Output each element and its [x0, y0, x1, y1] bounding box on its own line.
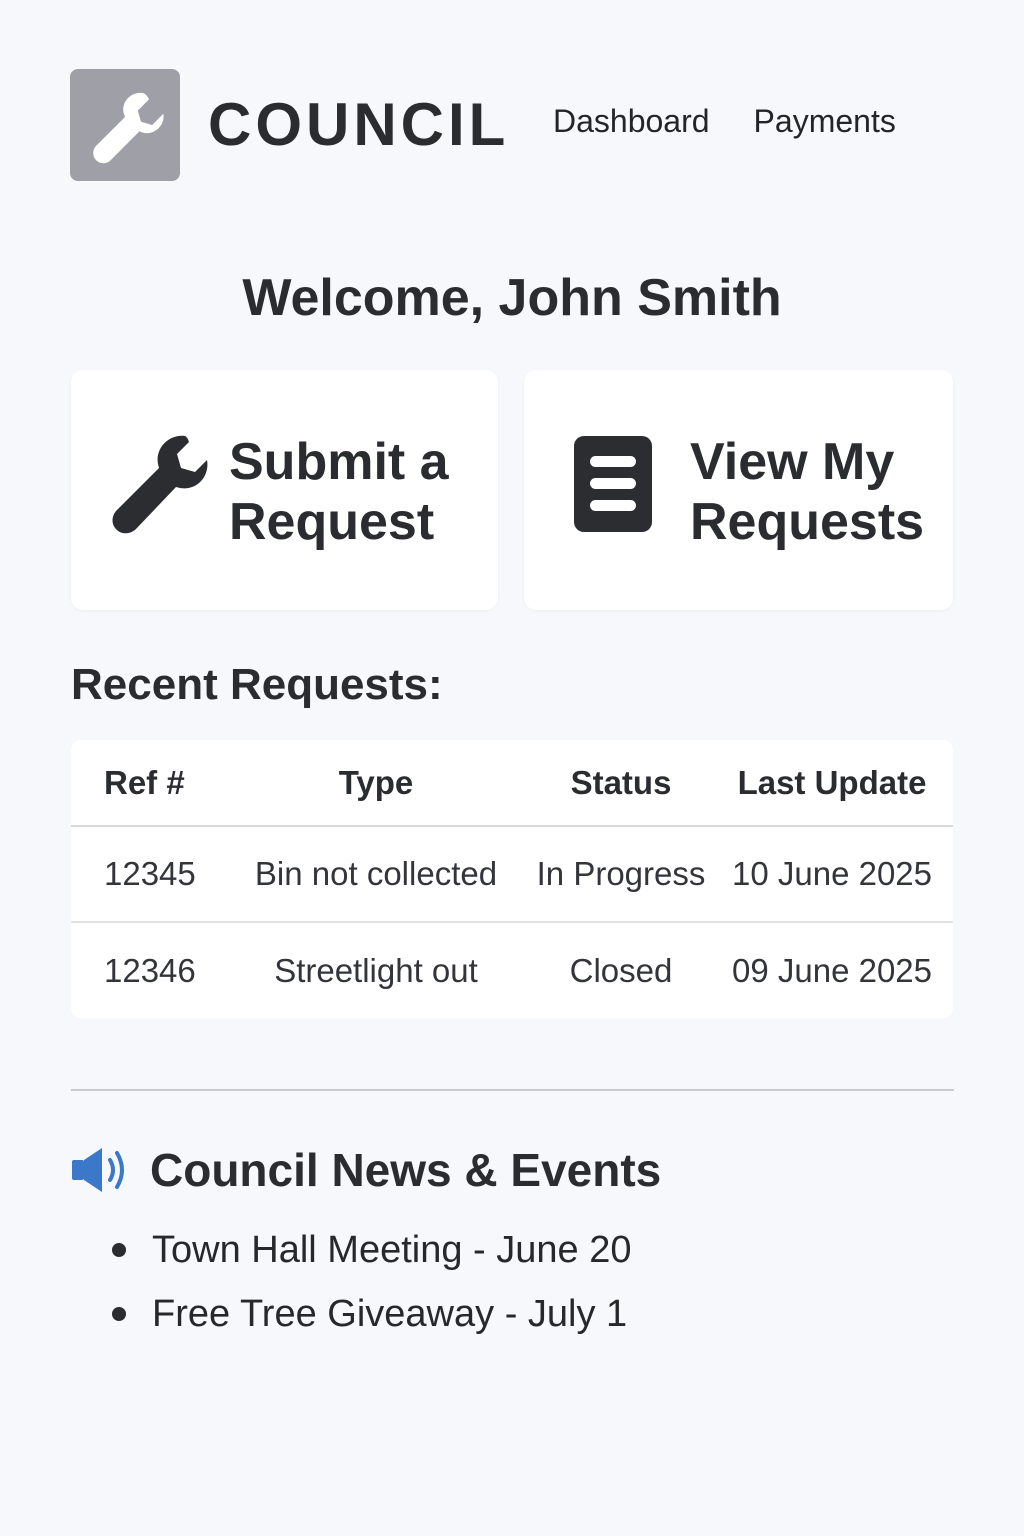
news-item-text: Town Hall Meeting - June 20: [152, 1229, 632, 1271]
column-header-type: Type: [221, 740, 531, 827]
submit-request-card[interactable]: Submit a Request: [71, 370, 498, 610]
news-header: Council News & Events: [70, 1140, 661, 1200]
view-requests-label: View My Requests: [690, 433, 925, 551]
main-nav: Dashboard Payments: [553, 101, 896, 141]
wrench-icon: [109, 434, 209, 534]
table-row[interactable]: 12345 Bin not collected In Progress 10 J…: [71, 826, 953, 922]
news-item[interactable]: Town Hall Meeting - June 20: [112, 1218, 631, 1282]
cell-last-update: 09 June 2025: [711, 921, 953, 1018]
page: COUNCIL Dashboard Payments Welcome, John…: [0, 0, 1024, 1536]
nav-dashboard[interactable]: Dashboard: [553, 101, 710, 141]
column-header-status: Status: [531, 740, 711, 827]
column-header-last-update: Last Update: [711, 740, 953, 827]
megaphone-icon: [72, 1148, 124, 1192]
column-header-ref: Ref #: [71, 740, 221, 827]
news-title: Council News & Events: [150, 1144, 662, 1196]
cell-type: Streetlight out: [221, 921, 531, 1018]
wrench-icon: [93, 92, 164, 164]
cell-ref: 12345: [104, 855, 196, 892]
recent-requests-table: Ref # Type Status Last Update 12345 Bin …: [71, 740, 953, 1018]
document-icon: [574, 436, 652, 532]
logo[interactable]: [70, 69, 180, 181]
cell-last-update: 10 June 2025: [731, 855, 932, 892]
bullet-icon: [112, 1307, 126, 1321]
news-item[interactable]: Free Tree Giveaway - July 1: [112, 1282, 631, 1346]
view-requests-card[interactable]: View My Requests: [524, 370, 953, 610]
header: COUNCIL Dashboard Payments: [70, 69, 954, 181]
cell-status: Closed: [531, 921, 711, 1018]
news-item-text: Free Tree Giveaway - July 1: [152, 1293, 628, 1335]
submit-request-label: Submit a Request: [229, 433, 449, 551]
welcome-heading: Welcome, John Smith: [242, 269, 782, 327]
cell-ref: 12346: [71, 921, 221, 1018]
news-list: Town Hall Meeting - June 20 Free Tree Gi…: [112, 1218, 631, 1346]
table-row[interactable]: 12346 Streetlight out Closed 09 June 202…: [71, 921, 953, 1018]
brand-name: COUNCIL: [208, 91, 510, 158]
cell-type: Bin not collected: [254, 855, 498, 892]
cell-status: In Progress: [536, 855, 706, 892]
recent-requests-title: Recent Requests:: [71, 660, 443, 709]
bullet-icon: [112, 1243, 126, 1257]
table-header-row: Ref # Type Status Last Update: [71, 740, 953, 827]
section-divider: [71, 1089, 954, 1091]
nav-payments[interactable]: Payments: [754, 101, 896, 141]
